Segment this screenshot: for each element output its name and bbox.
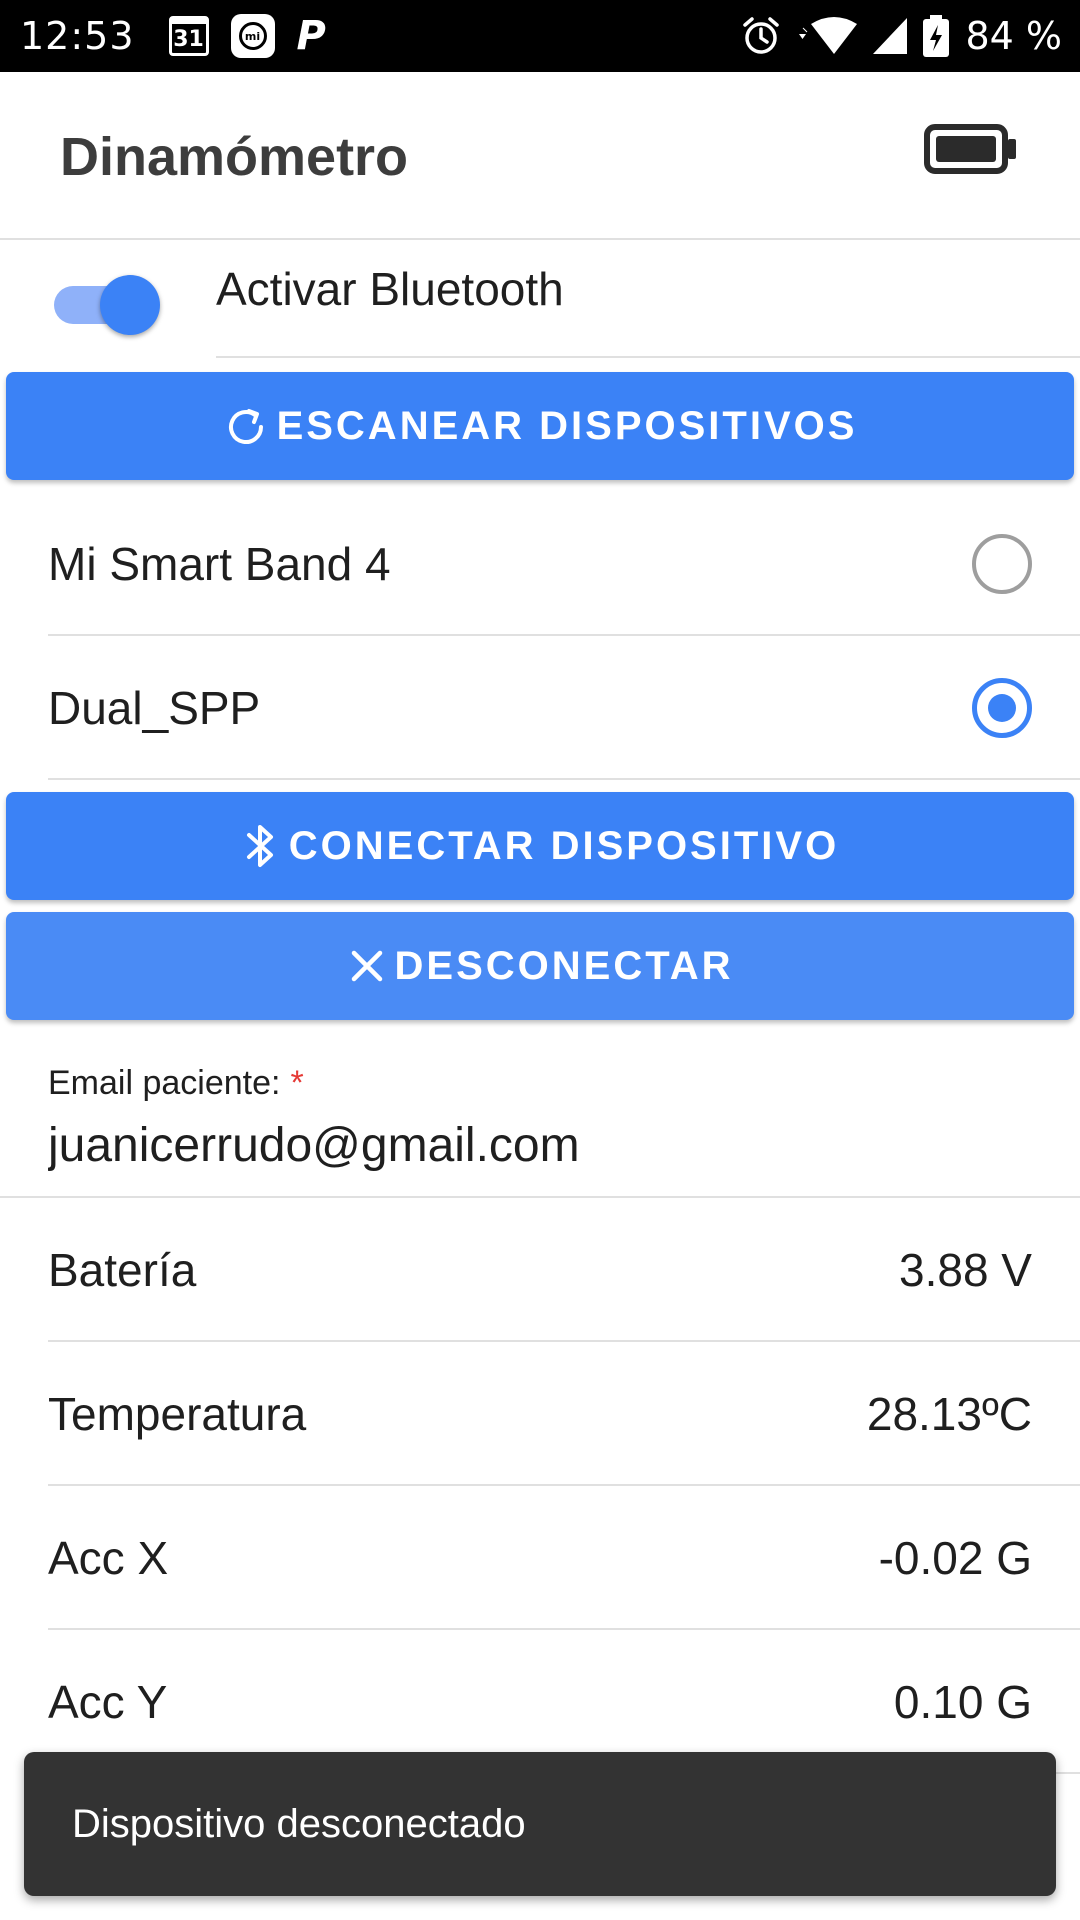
status-bar: 12:53 31 mi P 84 % [0, 0, 1080, 72]
snackbar: Dispositivo desconectado [24, 1752, 1056, 1896]
app-bar: Dinamómetro [0, 72, 1080, 240]
reading-label: Batería [48, 1244, 197, 1296]
connect-device-label: CONECTAR DISPOSITIVO [288, 823, 840, 868]
calendar-icon: 31 [168, 16, 209, 56]
reading-row-battery: Batería 3.88 V [0, 1198, 1080, 1342]
mi-fit-icon: mi [230, 14, 275, 58]
parking-app-icon: P [296, 13, 326, 59]
refresh-icon [223, 403, 269, 449]
reading-value: 3.88 V [899, 1244, 1032, 1296]
scan-devices-button[interactable]: ESCANEAR DISPOSITIVOS [6, 372, 1074, 480]
device-list-item[interactable]: Dual_SPP [0, 636, 1080, 780]
battery-icon [924, 124, 1016, 174]
device-radio[interactable] [972, 534, 1032, 594]
reading-value: -0.02 G [878, 1532, 1032, 1584]
notification-icons: 31 mi P [168, 13, 326, 59]
reading-row-acc-x: Acc X -0.02 G [0, 1486, 1080, 1630]
email-label-text: Email paciente: [48, 1064, 281, 1102]
disconnect-label: DESCONECTAR [394, 943, 734, 988]
connect-device-button[interactable]: CONECTAR DISPOSITIVO [6, 792, 1074, 900]
bluetooth-toggle[interactable] [52, 270, 162, 335]
status-time: 12:53 [20, 14, 135, 58]
toggle-thumb [100, 275, 160, 335]
device-name: Mi Smart Band 4 [48, 538, 391, 590]
email-field-container: Email paciente: * [0, 1036, 1080, 1198]
disconnect-button[interactable]: DESCONECTAR [6, 912, 1074, 1020]
device-name: Dual_SPP [48, 682, 261, 734]
mi-fit-label: mi [238, 22, 267, 50]
divider [48, 778, 1080, 780]
device-list-item[interactable]: Mi Smart Band 4 [0, 492, 1080, 636]
close-icon [347, 946, 387, 986]
cell-signal-icon [873, 18, 908, 54]
bluetooth-toggle-row: Activar Bluetooth [0, 240, 1080, 360]
scan-devices-label: ESCANEAR DISPOSITIVOS [276, 403, 858, 448]
reading-label: Acc X [48, 1532, 169, 1584]
snackbar-message: Dispositivo desconectado [72, 1801, 526, 1846]
reading-value: 28.13ºC [866, 1388, 1032, 1440]
system-icons: 84 % [741, 0, 1062, 72]
battery-charging-icon [923, 15, 950, 57]
wifi-icon [799, 17, 858, 54]
radio-dot [988, 694, 1016, 722]
email-field-label: Email paciente: * [48, 1064, 304, 1103]
bluetooth-icon [241, 821, 281, 871]
alarm-icon [743, 17, 780, 54]
required-mark: * [290, 1064, 304, 1102]
reading-row-temperature: Temperatura 28.13ºC [0, 1342, 1080, 1486]
device-radio-selected[interactable] [972, 678, 1032, 738]
reading-label: Temperatura [48, 1388, 307, 1440]
bluetooth-toggle-label: Activar Bluetooth [216, 263, 564, 315]
divider [216, 356, 1080, 358]
email-field[interactable] [48, 1118, 1028, 1173]
page-title: Dinamómetro [60, 127, 409, 187]
battery-percent: 84 % [965, 14, 1062, 58]
